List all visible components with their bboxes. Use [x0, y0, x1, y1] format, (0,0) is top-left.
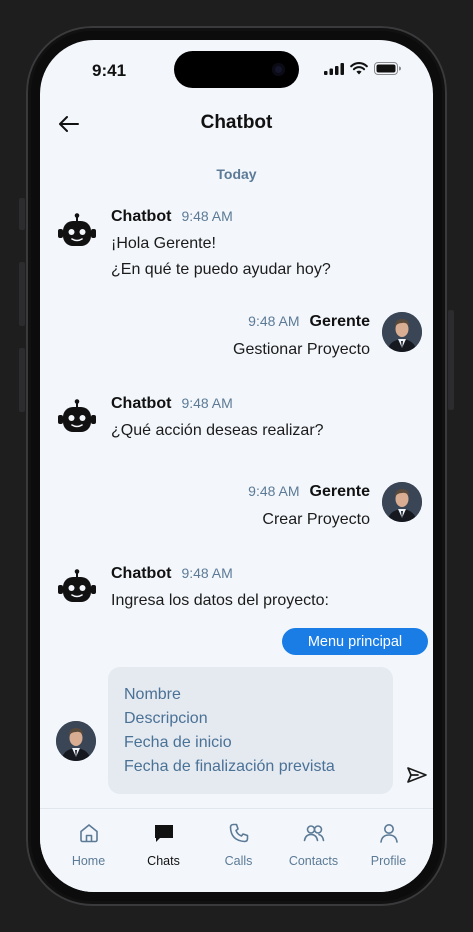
- nav-label: Calls: [224, 854, 253, 868]
- status-bar: 9:41: [40, 40, 433, 100]
- chat-icon: [154, 825, 173, 842]
- message-line: ¿Qué acción deseas realizar?: [111, 422, 324, 439]
- person-photo-icon: [382, 482, 422, 522]
- page-title: Chatbot: [200, 112, 273, 133]
- nav-label: Home: [71, 854, 106, 868]
- message-time: 9:48 AM: [181, 208, 233, 224]
- message-text: ¿Qué acción deseas realizar?: [111, 418, 324, 444]
- nav-chats[interactable]: Chats: [126, 821, 201, 873]
- home-icon: [79, 824, 98, 843]
- bot-avatar: [55, 565, 99, 609]
- message-time: 9:48 AM: [248, 483, 300, 499]
- message-time: 9:48 AM: [181, 565, 233, 581]
- user-avatar: [56, 721, 96, 761]
- nav-home[interactable]: Home: [51, 821, 126, 873]
- person-photo-icon: [56, 721, 96, 761]
- battery-icon: [374, 62, 401, 75]
- message-header: Chatbot 9:48 AM: [111, 208, 233, 226]
- message-line: ¡Hola Gerente!: [111, 235, 216, 252]
- sender-name: Gerente: [309, 483, 370, 500]
- nav-calls[interactable]: Calls: [201, 821, 276, 873]
- chat-header: Chatbot: [40, 104, 433, 144]
- message-line: ¿En qué te puedo ayudar hoy?: [111, 261, 331, 278]
- send-icon: [407, 767, 427, 783]
- main-menu-button[interactable]: Menu principal: [282, 628, 428, 655]
- nav-contacts[interactable]: Contacts: [276, 821, 351, 873]
- message-text: Ingresa los datos del proyecto:: [111, 588, 329, 614]
- power-button: [448, 310, 454, 410]
- message-line: Crear Proyecto: [262, 511, 370, 528]
- contacts-icon: [303, 825, 324, 842]
- name-field[interactable]: Nombre: [124, 683, 393, 707]
- robot-icon: [58, 213, 96, 246]
- signal-icon: [324, 62, 344, 75]
- message-header: 9:48 AM Gerente: [248, 483, 370, 501]
- bot-avatar: [55, 395, 99, 439]
- phone-screen: 9:41 Chatbot Today Chatbot 9:48 AM ¡Hola…: [40, 40, 433, 892]
- person-photo-icon: [382, 312, 422, 352]
- description-field[interactable]: Descripcion: [124, 707, 393, 731]
- status-time: 9:41: [92, 61, 127, 80]
- sender-name: Chatbot: [111, 395, 172, 412]
- message-text: ¡Hola Gerente! ¿En qué te puedo ayudar h…: [111, 231, 331, 283]
- project-form: Nombre Descripcion Fecha de inicio Fecha…: [108, 667, 393, 794]
- phone-icon: [229, 823, 248, 843]
- message-time: 9:48 AM: [248, 313, 300, 329]
- nav-label: Contacts: [288, 854, 339, 868]
- volume-up-button: [19, 262, 25, 326]
- action-button: [19, 198, 25, 230]
- camera-icon: [272, 63, 285, 76]
- send-button[interactable]: [404, 762, 430, 788]
- user-avatar: [382, 482, 422, 522]
- message-header: 9:48 AM Gerente: [248, 313, 370, 331]
- sender-name: Chatbot: [111, 208, 172, 225]
- bot-avatar: [55, 209, 99, 253]
- bottom-nav: Home Chats Calls Contacts Profile: [40, 808, 433, 892]
- message-line: Ingresa los datos del proyecto:: [111, 592, 329, 609]
- message-text: Gestionar Proyecto: [233, 337, 370, 363]
- dynamic-island: [174, 51, 299, 88]
- sender-name: Gerente: [309, 313, 370, 330]
- message-header: Chatbot 9:48 AM: [111, 565, 233, 583]
- status-icons: [324, 62, 401, 75]
- user-avatar: [382, 312, 422, 352]
- message-text: Crear Proyecto: [262, 507, 370, 533]
- nav-label: Chats: [147, 854, 180, 868]
- wifi-icon: [350, 62, 368, 75]
- nav-label: Profile: [370, 854, 407, 868]
- profile-icon: [379, 824, 398, 843]
- robot-icon: [58, 399, 96, 432]
- volume-down-button: [19, 348, 25, 412]
- message-time: 9:48 AM: [181, 395, 233, 411]
- start-date-field[interactable]: Fecha de inicio: [124, 731, 393, 755]
- message-header: Chatbot 9:48 AM: [111, 395, 233, 413]
- nav-profile[interactable]: Profile: [351, 821, 426, 873]
- date-separator: Today: [216, 166, 257, 182]
- message-line: Gestionar Proyecto: [233, 341, 370, 358]
- end-date-field[interactable]: Fecha de finalización prevista: [124, 755, 393, 779]
- robot-icon: [58, 569, 96, 602]
- sender-name: Chatbot: [111, 565, 172, 582]
